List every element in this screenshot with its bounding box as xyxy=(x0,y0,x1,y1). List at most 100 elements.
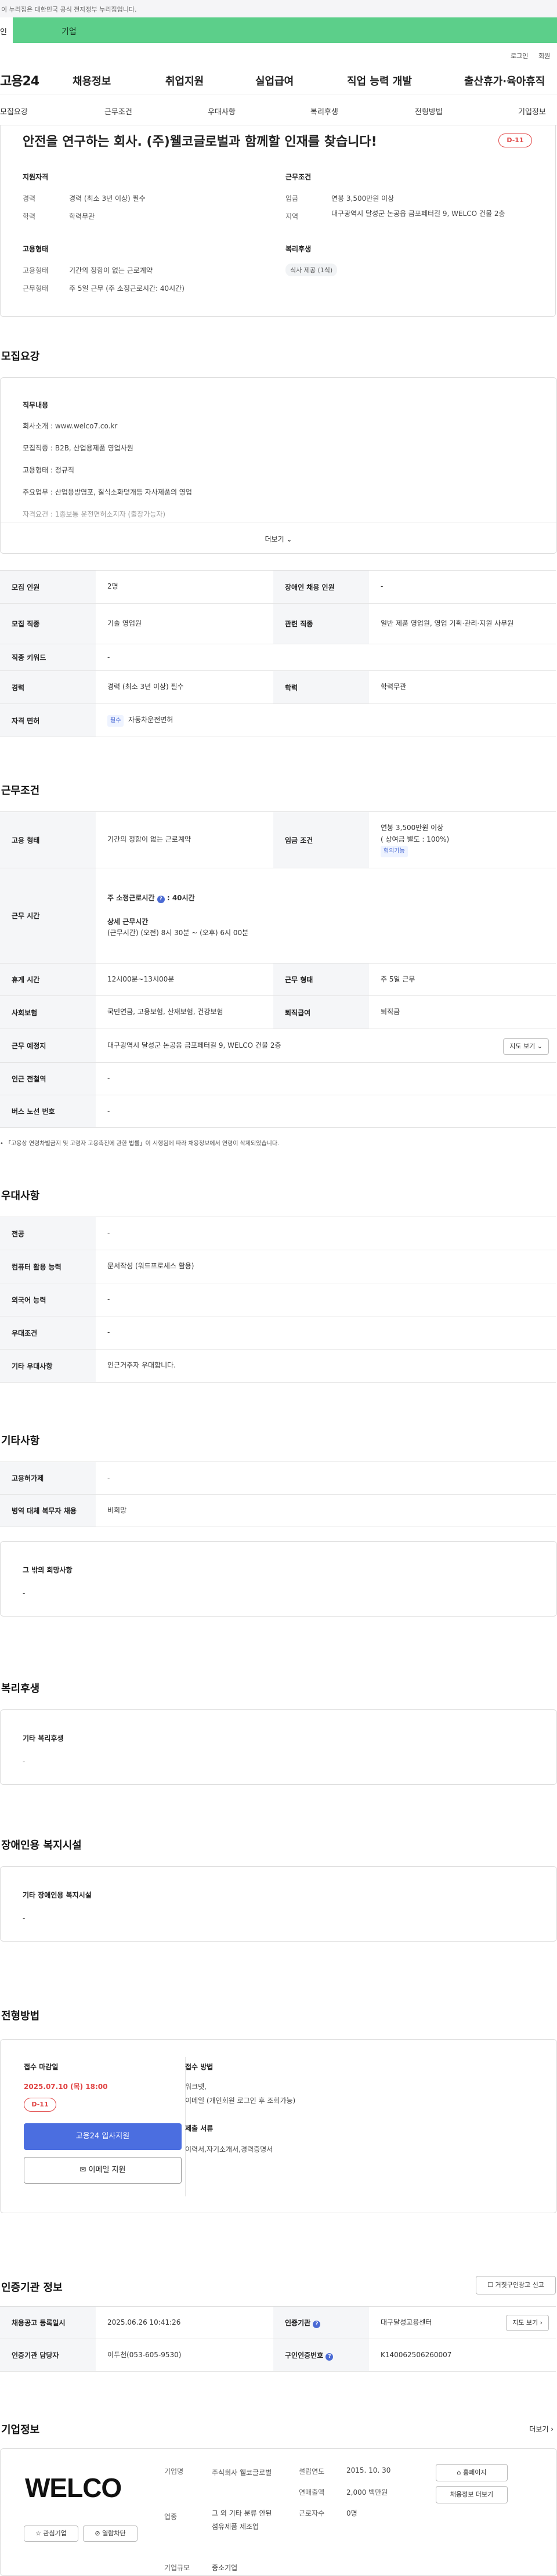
hope-heading: 그 밖의 희망사항 xyxy=(23,1566,73,1574)
site-logo[interactable]: 고용24 xyxy=(0,71,39,89)
agency-map-label: 지도 보기 xyxy=(512,2319,538,2326)
cert-no-value: K140062506260007 xyxy=(369,2339,556,2372)
snb-preference[interactable]: 우대사항 xyxy=(208,106,236,117)
menu-parental-leave[interactable]: 출산휴가·육아휴직 xyxy=(464,73,545,88)
dday-badge: D-11 xyxy=(498,134,532,147)
duty-line: 주요업무 : 산업용방염포, 질식소화덮개등 자사제품의 영업 xyxy=(23,488,192,496)
welfare-title: 복리후생 xyxy=(1,1683,40,1695)
welfare-heading: 복리후생 xyxy=(285,245,312,253)
subway-label: 인근 전철역 xyxy=(0,1062,96,1095)
pref-etc-label: 기타 우대사항 xyxy=(0,1349,96,1383)
snb-process[interactable]: 전형방법 xyxy=(415,106,443,117)
company-name-label: 기업명 xyxy=(164,2467,184,2476)
org-cell: 대구달성고용센터 지도 보기 › xyxy=(369,2306,556,2339)
snb-company[interactable]: 기업정보 xyxy=(518,106,546,117)
agency-map-button[interactable]: 지도 보기 › xyxy=(506,2315,549,2331)
chevron-down-icon: ⌄ xyxy=(286,535,292,543)
career-label: 경력 xyxy=(0,670,96,704)
tab-company[interactable]: 기업 xyxy=(13,17,557,43)
global-nav: 고용24 채용정보 취업지원 실업급여 직업 능력 개발 출산휴가·육아휴직 xyxy=(0,63,557,95)
company-more-link[interactable]: 더보기 › xyxy=(529,2424,554,2434)
disabled-label: 장애인 채용 인원 xyxy=(273,570,369,604)
more-button[interactable]: 더보기 ⌄ xyxy=(1,522,556,554)
map-button[interactable]: 지도 보기 ⌄ xyxy=(503,1038,549,1055)
summary-card: 안전을 연구하는 회사. (주)웰코글로벌과 함께할 인재를 찾습니다! D-1… xyxy=(0,125,556,317)
email-apply-label: 이메일 지원 xyxy=(88,2166,126,2174)
major-label: 전공 xyxy=(0,1217,96,1250)
tab-individual[interactable]: 인 xyxy=(0,17,13,43)
cert-no-label: 구인인증번호 ? xyxy=(273,2339,369,2372)
num-label: 모집 인원 xyxy=(0,570,96,604)
menu-jobs[interactable]: 채용정보 xyxy=(73,73,111,88)
insurance-label: 사회보험 xyxy=(0,995,96,1029)
disability-card: 기타 장애인용 복지시설 - xyxy=(0,1866,557,1942)
star-icon: ☆ xyxy=(35,2530,41,2537)
region-label: 지역 xyxy=(285,212,299,221)
email-apply-button[interactable]: ✉ 이메일 지원 xyxy=(24,2157,182,2184)
disability-title: 장애인용 복지시설 xyxy=(1,1839,82,1852)
snb-recruit[interactable]: 모집요강 xyxy=(0,106,28,117)
license-value: 자동차운전면허 xyxy=(128,715,173,724)
menu-vocational-training[interactable]: 직업 능력 개발 xyxy=(347,73,412,88)
duty-line: 고용형태 : 정규직 xyxy=(23,466,74,474)
hours-label: 근무 시간 xyxy=(0,868,96,964)
career-label: 경력 xyxy=(23,194,36,203)
utility-nav: 로그인 회원 xyxy=(0,43,557,63)
join-link[interactable]: 회원 xyxy=(538,51,550,60)
sales-label: 연매출액 xyxy=(299,2488,325,2496)
form-value: 주 5일 근무 xyxy=(369,963,556,996)
size-value: 중소기업 xyxy=(212,2564,238,2572)
login-link[interactable]: 로그인 xyxy=(511,51,528,60)
homepage-button[interactable]: ⌂ 홈페이지 xyxy=(436,2464,508,2481)
welfare-heading: 기타 복리후생 xyxy=(23,1734,64,1742)
duty-line: 자격요건 : 1종보통 운전면허소지자 (출장가능자) xyxy=(23,510,166,518)
size-label: 기업규모 xyxy=(164,2564,190,2572)
welfare-card: 기타 복리후생 - xyxy=(0,1709,557,1785)
place-value: 대구광역시 달성군 논공읍 금포페터길 9, WELCO 건물 2층 xyxy=(107,1041,281,1049)
map-button-label: 지도 보기 xyxy=(509,1042,536,1050)
docs-heading: 제출 서류 xyxy=(185,2124,214,2133)
report-label: 거짓구인광고 신고 xyxy=(495,2281,544,2289)
info-icon[interactable]: ? xyxy=(157,895,165,903)
recruit-table: 모집 인원 2명 장애인 채용 인원 - 모집 직종 기술 영업원 관련 직종 일반 제품 … xyxy=(0,570,556,737)
sales-value: 2,000 백만원 xyxy=(346,2488,388,2496)
emp-type-value: 기간의 정함이 없는 근로계약 xyxy=(96,811,273,868)
block-button[interactable]: ⊘ 열람차단 xyxy=(83,2526,138,2542)
retirement-label: 퇴직급여 xyxy=(273,995,369,1029)
career-value: 경력 (최소 3년 이상) 필수 xyxy=(69,194,146,203)
snb-conditions[interactable]: 근무조건 xyxy=(104,106,132,117)
military-value: 비희망 xyxy=(96,1494,556,1527)
education-label: 학력 xyxy=(23,212,36,221)
weekly-hours-value: 40시간 xyxy=(172,893,195,902)
info-icon[interactable]: ? xyxy=(313,2320,321,2328)
report-button[interactable]: ☐ 거짓구인광고 신고 xyxy=(476,2276,556,2294)
company-jobs-button[interactable]: 채용정보 더보기 xyxy=(436,2486,508,2503)
gov-notice-text: 이 누리집은 대한민국 공식 전자정부 누리집입니다. xyxy=(1,6,137,13)
bus-value: - xyxy=(96,1095,556,1128)
menu-employment-support[interactable]: 취업지원 xyxy=(165,73,204,88)
established-value: 2015. 10. 30 xyxy=(346,2466,391,2474)
snb-welfare[interactable]: 복리후생 xyxy=(310,106,338,117)
career-value: 경력 (최소 3년 이상) 필수 xyxy=(96,670,273,704)
block-label: 열람차단 xyxy=(102,2530,126,2537)
chevron-down-icon: ⌄ xyxy=(537,1042,542,1050)
age-notice: • 「고용상 연령차별금지 및 고령자 고용촉진에 관한 법률」이 시행됨에 따… xyxy=(0,1141,280,1147)
manager-label: 인증기관 담당자 xyxy=(0,2339,96,2372)
num-value: 2명 xyxy=(96,570,273,604)
reg-label: 채용공고 등록일시 xyxy=(0,2306,96,2339)
disability-heading: 기타 장애인용 복지시설 xyxy=(23,1891,92,1899)
pref-cond-label: 우대조건 xyxy=(0,1316,96,1350)
manager-value: 이두천(053-605-9530) xyxy=(96,2339,273,2372)
apply-button[interactable]: 고용24 입사지원 xyxy=(24,2123,182,2150)
info-icon[interactable]: ? xyxy=(325,2353,334,2361)
industry-value: 그 외 기타 분류 안된 섬유제품 제조업 xyxy=(212,2509,272,2531)
duty-line: 모집직종 : B2B, 산업용제품 영업사원 xyxy=(23,444,133,452)
gov-notice-bar: 이 누리집은 대한민국 공식 전자정부 누리집입니다. xyxy=(0,0,557,17)
more-label: 더보기 xyxy=(265,535,284,543)
wage-value: 연봉 3,500만원 이상 xyxy=(381,824,444,832)
employment-heading: 고용형태 xyxy=(23,245,49,253)
disabled-value: - xyxy=(369,570,556,604)
menu-unemployment-benefit[interactable]: 실업급여 xyxy=(255,73,294,88)
favorite-button[interactable]: ☆ 관심기업 xyxy=(24,2526,78,2542)
conditions-heading: 근무조건 xyxy=(285,173,312,181)
